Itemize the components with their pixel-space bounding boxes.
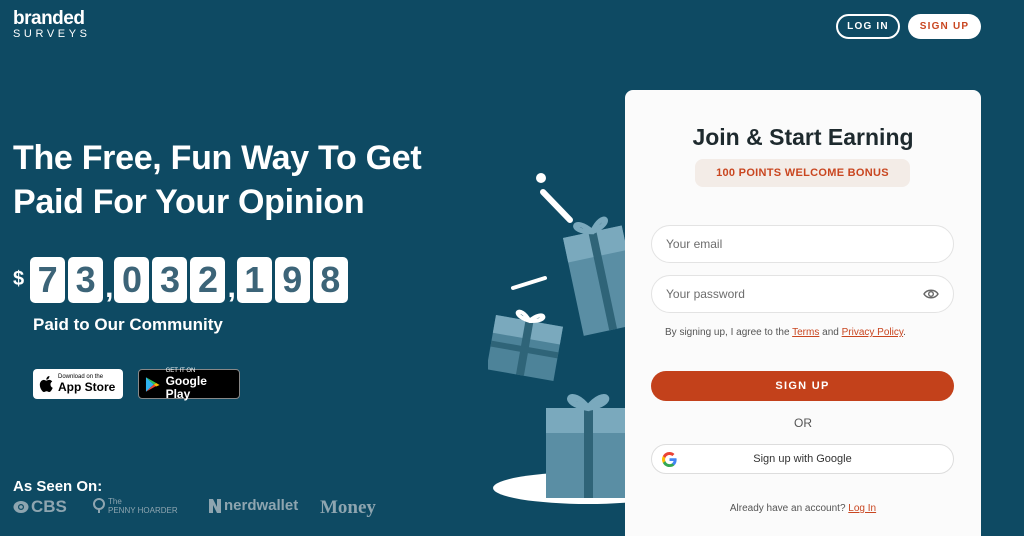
penny-hoarder-bottom: PENNY HOARDER [108,506,178,515]
counter-digit: 3 [152,257,188,303]
counter-group-3: 198 [236,257,351,303]
counter-digit: 0 [114,257,150,303]
existing-account-text: Already have an account? Log In [625,503,981,514]
counter-group-1: 73 [30,257,106,303]
counter-group-2: 032 [114,257,228,303]
email-placeholder: Your email [666,237,723,251]
or-divider: OR [794,416,812,430]
google-play-icon [145,376,160,392]
gift-box-left [488,309,563,381]
already-prefix: Already have an account? [729,503,849,514]
privacy-policy-link[interactable]: Privacy Policy [842,327,904,338]
terms-text: By signing up, I agree to the Terms and … [665,327,906,338]
login-button[interactable]: LOG IN [836,14,900,39]
eye-icon[interactable] [923,288,939,300]
nerdwallet-icon [209,498,221,513]
counter-digit: 9 [274,257,310,303]
terms-link[interactable]: Terms [792,327,819,338]
cbs-text: CBS [31,497,67,516]
gift-illustration [488,173,628,504]
terms-suffix: . [903,327,906,338]
currency-symbol: $ [13,268,25,290]
logo-subtitle: SURVEYS [13,28,91,40]
email-field[interactable]: Your email [651,225,954,263]
nerdwallet-logo: nerdwallet [208,497,298,514]
counter-comma: , [227,271,236,304]
logo-wordmark: branded [13,8,85,29]
google-play-label: Google Play [165,373,207,401]
terms-and: and [819,327,842,338]
card-login-link[interactable]: Log In [848,503,876,514]
app-store-badge[interactable]: Download on the App Store [33,369,123,399]
cbs-eye-icon [13,501,29,513]
header-signup-button[interactable]: SIGN UP [908,14,981,39]
apple-icon [39,376,53,392]
counter-digit: 7 [30,257,66,303]
google-signup-button[interactable]: Sign up with Google [651,444,954,474]
press-title: As Seen On: [13,478,103,495]
confetti-streak [540,189,573,223]
money-logo: Money [320,497,376,518]
password-placeholder: Your password [666,287,745,301]
gift-box-top [563,216,628,336]
google-play-badge[interactable]: GET IT ON Google Play [138,368,240,401]
terms-prefix: By signing up, I agree to the [665,327,793,338]
app-store-label: App Store [58,380,116,394]
cbs-logo: CBS [13,497,67,517]
welcome-bonus-badge: 100 POINTS WELCOME BONUS [695,159,910,187]
penny-hoarder-top: The [108,497,122,506]
signup-title: Join & Start Earning [692,124,914,150]
counter-digit: 3 [68,257,104,303]
penny-hoarder-logo: The PENNY HOARDER [93,497,178,515]
signup-card: Join & Start Earning 100 POINTS WELCOME … [625,90,981,536]
logo[interactable]: branded SURVEYS [13,9,91,40]
password-field[interactable]: Your password [651,275,954,313]
gift-box-bottom [546,394,628,498]
confetti-streak [511,276,547,290]
counter-digit: 2 [190,257,226,303]
payout-counter: $ 73 , 032 , 198 [13,257,351,303]
counter-digit: 1 [236,257,272,303]
nerdwallet-text: nerdwallet [224,497,299,514]
hero-title: The Free, Fun Way To Get Paid For Your O… [13,139,422,221]
penny-hoarder-icon [93,498,105,513]
google-signup-label: Sign up with Google [753,453,852,465]
confetti-dot [536,173,546,183]
top-nav: LOG IN SIGN UP [836,14,981,39]
counter-digit: 8 [312,257,348,303]
counter-label: Paid to Our Community [33,315,223,334]
counter-comma: , [105,271,114,304]
google-icon [662,452,677,467]
signup-submit-button[interactable]: SIGN UP [651,371,954,401]
